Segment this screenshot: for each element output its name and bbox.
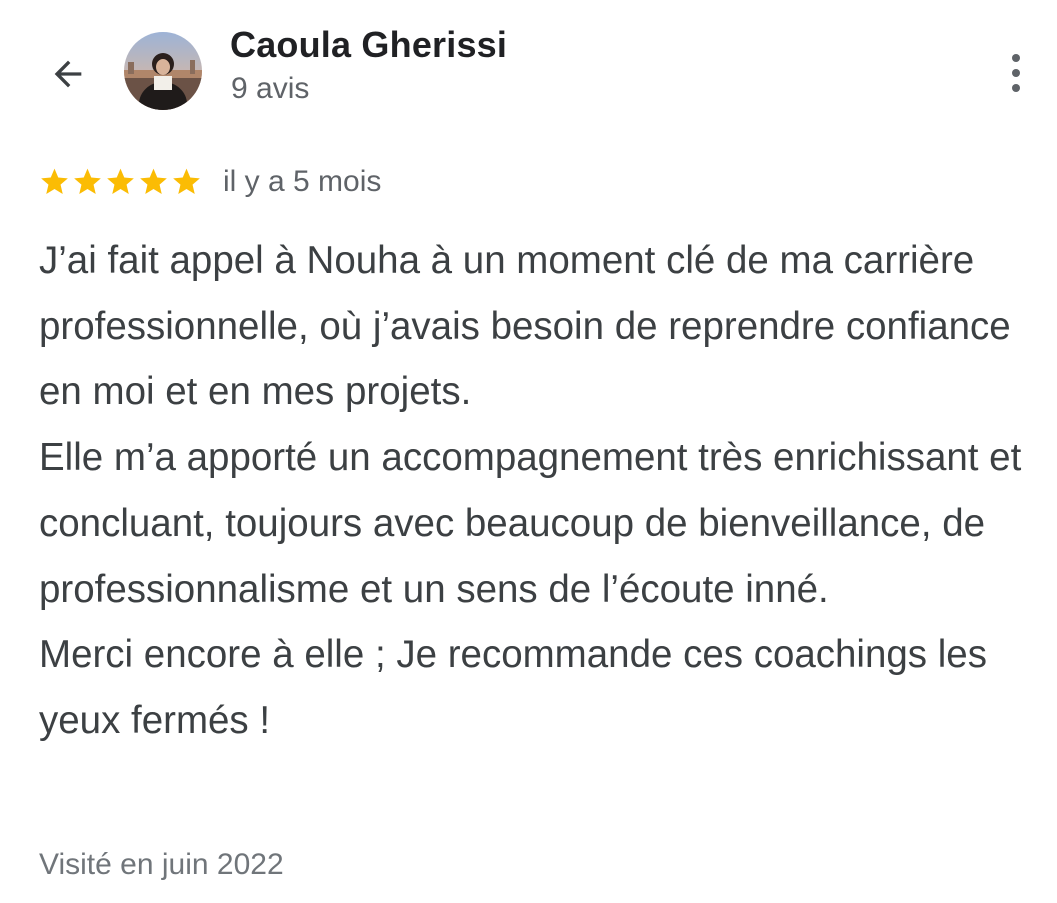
- review-paragraph: Merci encore à elle ; Je recommande ces …: [39, 633, 998, 742]
- rating-row: il y a 5 mois: [38, 162, 381, 202]
- star-icon: [140, 168, 167, 194]
- more-options-button[interactable]: [996, 50, 1036, 96]
- star-rating: [38, 166, 203, 198]
- star-icon: [74, 168, 101, 194]
- more-vert-icon-dot: [1012, 69, 1020, 77]
- review-text: J’ai fait appel à Nouha à un moment clé …: [39, 228, 1039, 754]
- arrow-back-icon: [54, 60, 82, 88]
- review-paragraph: J’ai fait appel à Nouha à un moment clé …: [39, 239, 1022, 414]
- avatar-photo: [124, 32, 202, 110]
- review-count[interactable]: 9 avis: [231, 72, 309, 106]
- back-button[interactable]: [40, 46, 96, 102]
- review-page: Caoula Gherissi 9 avis il y a 5 mois J’a…: [0, 0, 1057, 903]
- more-vert-icon: [1012, 54, 1020, 62]
- star-icon: [41, 168, 68, 194]
- star-icon: [107, 168, 134, 194]
- reviewer-name[interactable]: Caoula Gherissi: [230, 24, 507, 66]
- more-vert-icon-dot: [1012, 84, 1020, 92]
- review-date: il y a 5 mois: [223, 165, 382, 198]
- avatar[interactable]: [124, 32, 202, 110]
- star-icon: [173, 168, 200, 194]
- review-paragraph: Elle m’a apporté un accompagnement très …: [39, 436, 1032, 611]
- visit-date: Visité en juin 2022: [39, 848, 284, 881]
